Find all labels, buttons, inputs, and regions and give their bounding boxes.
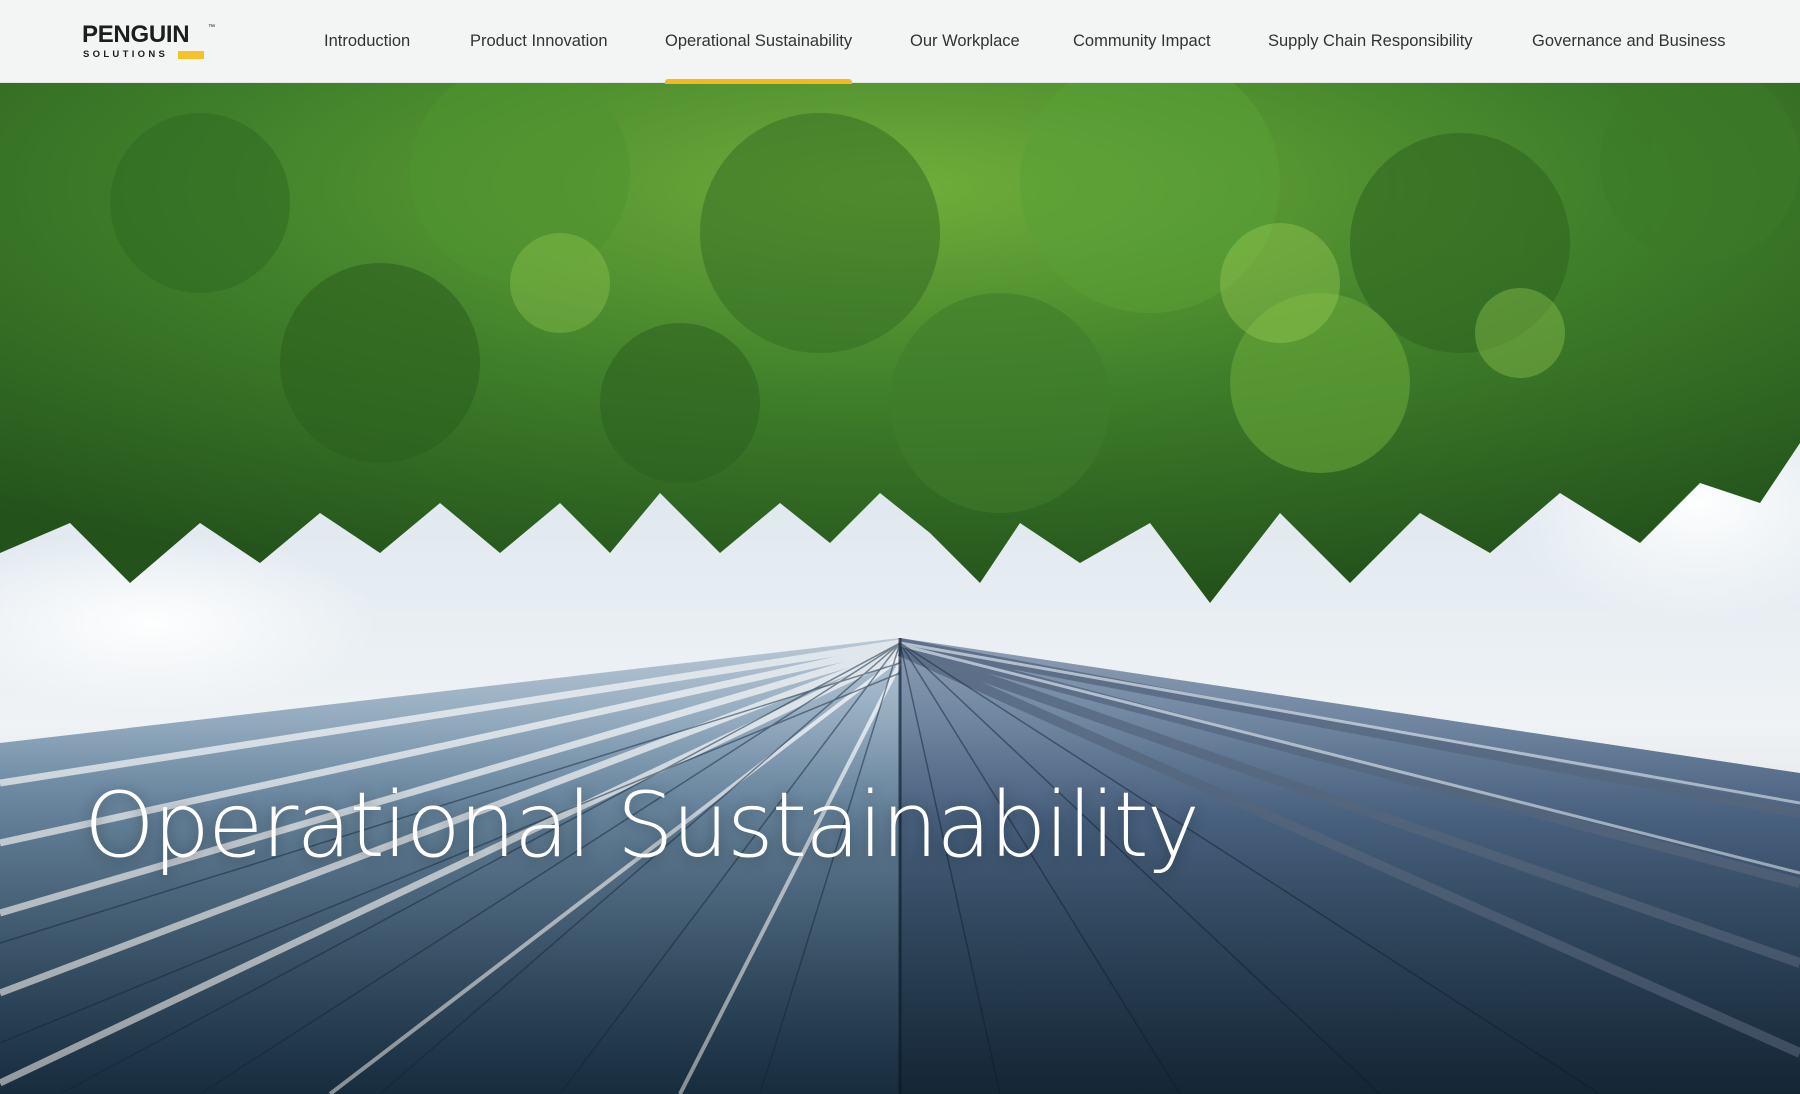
nav-item-operational-sustainability[interactable]: Operational Sustainability	[665, 0, 853, 84]
hero-image-tree-canopy-skyscraper	[0, 83, 1800, 1094]
nav-item-supply-chain-responsibility[interactable]: Supply Chain Responsibility	[1268, 0, 1473, 83]
nav-item-product-innovation[interactable]: Product Innovation	[470, 0, 608, 83]
hero-title: Operational Sustainability	[84, 773, 1200, 878]
nav-item-governance-and-business[interactable]: Governance and Business	[1532, 0, 1726, 83]
nav-item-community-impact[interactable]: Community Impact	[1073, 0, 1211, 83]
nav-item-introduction[interactable]: Introduction	[324, 0, 410, 83]
hero-banner: Operational Sustainability	[0, 83, 1800, 1094]
site-header: PENGUIN ™ SOLUTIONS Introduction Product…	[0, 0, 1800, 84]
main-navigation: Introduction Product Innovation Operatio…	[0, 0, 1800, 84]
nav-item-our-workplace[interactable]: Our Workplace	[910, 0, 1020, 83]
